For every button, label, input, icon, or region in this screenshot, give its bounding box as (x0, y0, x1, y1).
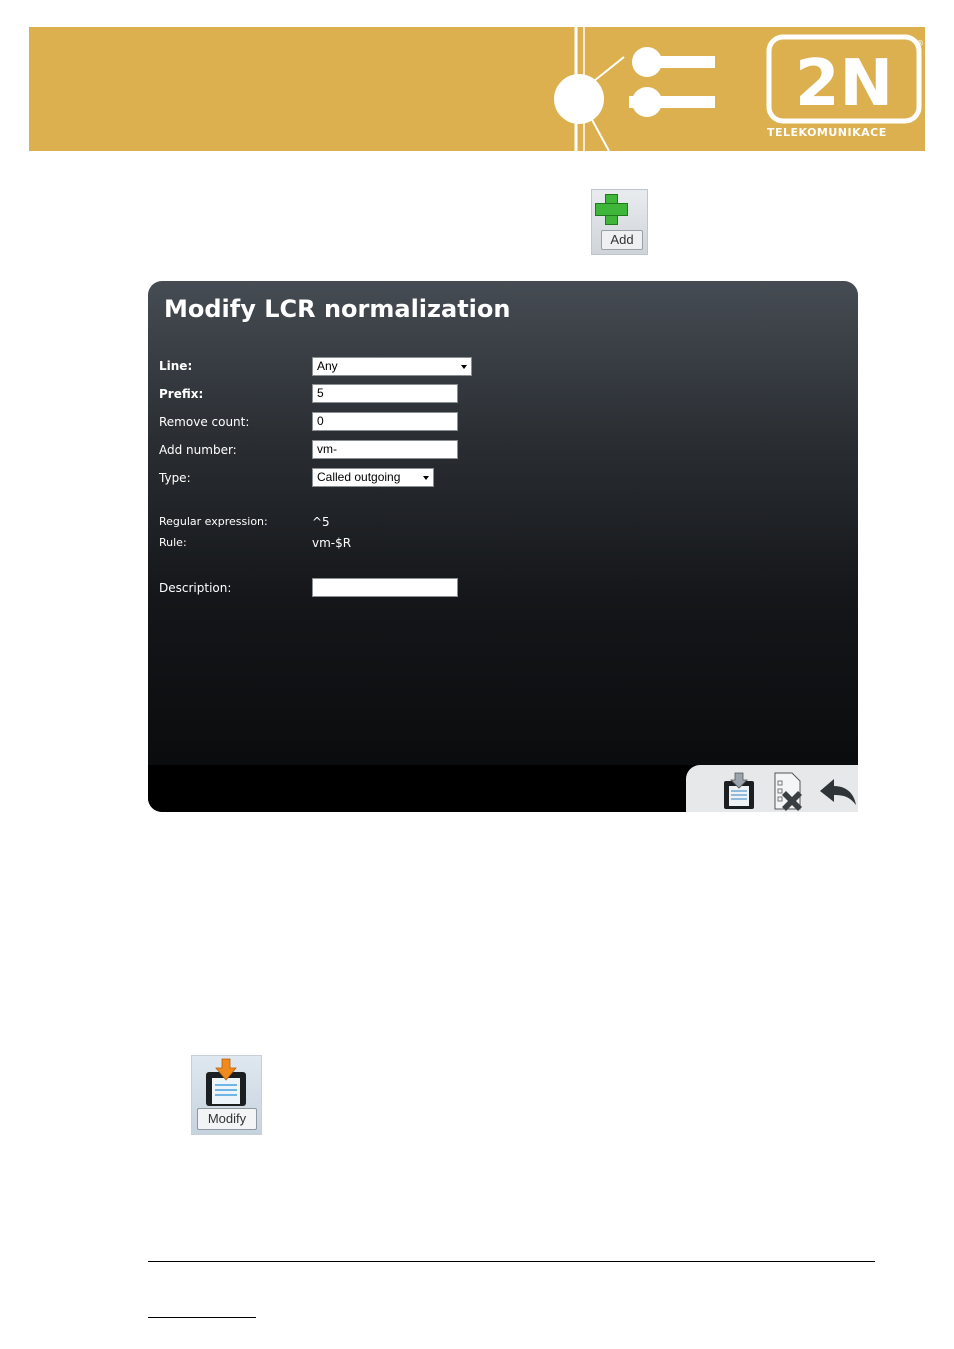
toolbar (686, 765, 858, 812)
back-icon[interactable] (818, 771, 856, 811)
dialog-title: Modify LCR normalization (164, 295, 511, 323)
description-input[interactable] (312, 578, 458, 597)
header-banner: 2N TELEKOMUNIKACE ® (29, 27, 925, 151)
divider (148, 1261, 875, 1262)
type-label: Type: (159, 471, 191, 485)
add-button[interactable]: Add (591, 189, 648, 255)
line-label: Line: (159, 359, 193, 373)
add-button-label: Add (601, 230, 643, 250)
description-label: Description: (159, 581, 232, 595)
regex-label: Regular expression: (159, 515, 268, 528)
save-icon[interactable] (720, 771, 758, 811)
logo-text: TELEKOMUNIKACE (767, 126, 887, 139)
registered-mark: ® (916, 39, 924, 48)
line-select[interactable]: Any (312, 357, 472, 376)
modify-button[interactable]: Modify (191, 1055, 262, 1135)
regex-value: ^5 (312, 515, 330, 529)
add-number-label: Add number: (159, 443, 237, 457)
type-select[interactable]: Called outgoing (312, 468, 434, 487)
chevron-down-icon (461, 365, 467, 369)
divider-short (148, 1317, 256, 1318)
logo-mark: 2N (795, 47, 893, 121)
modify-lcr-dialog: Modify LCR normalization Line: Any Prefi… (148, 281, 858, 812)
rule-value: vm-$R (312, 536, 352, 550)
rule-label: Rule: (159, 536, 187, 549)
remove-count-input[interactable]: 0 (312, 412, 458, 431)
modify-button-label: Modify (197, 1108, 257, 1130)
save-icon (206, 1058, 246, 1106)
remove-count-label: Remove count: (159, 415, 250, 429)
chevron-down-icon (423, 476, 429, 480)
add-number-input[interactable]: vm- (312, 440, 458, 459)
prefix-input[interactable]: 5 (312, 384, 458, 403)
delete-icon[interactable] (770, 771, 808, 811)
prefix-label: Prefix: (159, 387, 204, 401)
